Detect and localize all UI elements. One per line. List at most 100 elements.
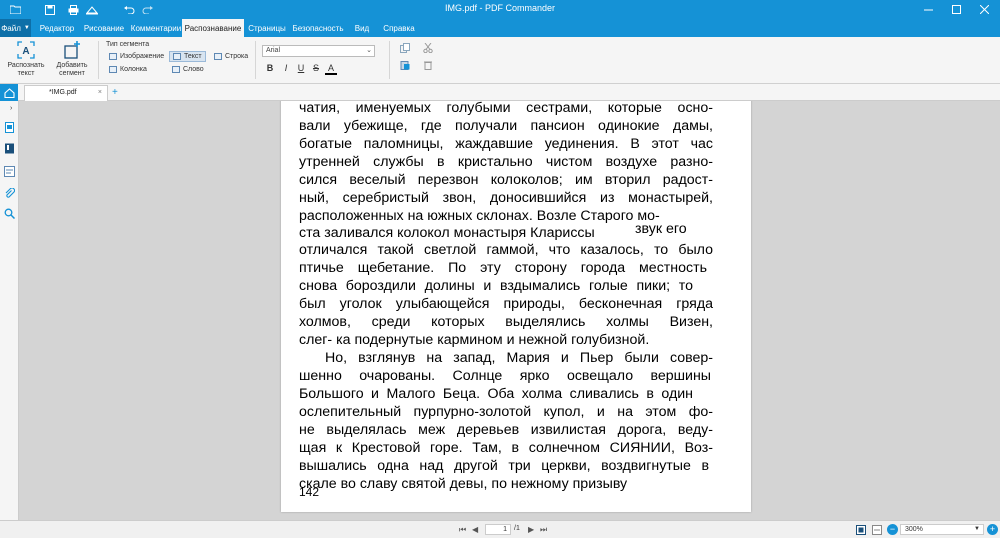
segment-word-option[interactable]: Слово [169,64,207,75]
attachment-icon[interactable] [4,188,15,199]
document-page: чатия, именуемых голубыми сестрами, кото… [281,101,751,512]
expand-sidebar-icon[interactable]: › [10,105,12,112]
page-number: 142 [299,485,320,499]
text-line: холмов, среди которых выделялись холмы В… [299,314,713,330]
page-total: /1 [514,525,520,532]
line-segment-icon [214,53,222,60]
segment-image-option[interactable]: Изображение [106,51,167,62]
ribbon-tab-bar: Файл ▼ Редактор Рисование Комментарии Ра… [0,19,1000,38]
zoom-select[interactable]: 300% ▼ [900,524,984,535]
italic-button[interactable]: I [280,63,292,73]
text-line: богатые паломницы, жаждавшие уединения. … [299,136,713,152]
floating-text-fragment: звук его [635,221,687,237]
current-page-value: 1 [503,526,507,533]
file-menu-label: Файл [1,23,21,33]
document-tab-bar: *IMG.pdf × + [0,84,1000,101]
text-line: сился веселый перезвон колоколов; им вто… [299,172,713,188]
tab-security[interactable]: Безопасность [290,19,346,37]
segment-text-label: Текст [184,53,202,60]
zoom-out-button[interactable]: − [887,524,898,535]
next-page-icon[interactable]: ▶ [528,525,534,534]
text-line: ослепительный пурпурно-золотой купол, и … [299,404,713,420]
close-tab-icon[interactable]: × [98,89,102,96]
page-number-input[interactable]: 1 [485,524,511,535]
add-tab-button[interactable]: + [112,87,118,98]
delete-icon[interactable] [423,60,433,70]
close-icon[interactable] [970,1,998,18]
file-menu-button[interactable]: Файл ▼ [0,19,31,37]
column-segment-icon [109,66,117,73]
text-line: скале во славу святой девы, по нежному п… [299,476,628,492]
ribbon-panel: A Распознать текст Добавить сегмент Тип … [0,37,1000,84]
bold-button[interactable]: B [264,63,276,73]
text-line: утренней службы в кристально чистом возд… [299,154,713,170]
text-line: шенно очарованы. Солнце ярко освещало ве… [299,368,711,384]
segment-image-label: Изображение [120,53,165,60]
font-color-button[interactable]: A [325,63,337,75]
image-segment-icon [109,53,117,60]
recognize-text-label: Распознать текст [7,62,45,77]
strikethrough-button[interactable]: S [310,63,322,73]
recognize-text-icon: A [17,41,35,59]
text-line: не выделялась меж деревьев извилистая до… [299,422,713,438]
segment-type-label: Тип сегмента [106,41,150,48]
document-workspace: чатия, именуемых голубыми сестрами, кото… [20,101,1000,520]
ribbon-divider [98,41,99,79]
text-line: вали убежище, где получали пансион одино… [299,118,713,134]
segment-text-option[interactable]: Текст [169,51,206,62]
title-bar: IMG.pdf - PDF Commander [0,0,1000,19]
cut-icon[interactable] [423,43,433,53]
text-line: вышались одна над другой три церкви, воз… [299,458,709,474]
segment-line-label: Строка [225,53,249,60]
underline-button[interactable]: U [295,63,307,73]
minimize-icon[interactable] [914,1,942,18]
text-line: щая к Крестовой горе. Там, в солнечном С… [299,440,713,456]
text-segment-icon [173,53,181,60]
copy-icon[interactable] [400,43,410,53]
text-line: Большого и Малого Беца. Оба холма сливал… [299,386,693,402]
text-line: птичье щебетание. По эту сторону города … [299,260,707,276]
home-icon [3,87,15,98]
text-line: ный, серебристый звон, доносившийся из м… [299,190,713,206]
chevron-down-icon: ▼ [23,25,30,31]
chevron-down-icon: ⌄ [366,47,372,54]
tab-help[interactable]: Справка [378,19,420,37]
document-tab-name: *IMG.pdf [49,89,77,96]
tab-editor[interactable]: Редактор [36,19,78,37]
tab-comments[interactable]: Комментарии [130,19,182,37]
segment-column-option[interactable]: Колонка [106,64,150,75]
zoom-in-button[interactable]: + [987,524,998,535]
left-sidebar: › [0,101,19,520]
ribbon-divider [255,41,256,79]
recognize-text-button[interactable]: A Распознать текст [4,41,48,78]
document-tab[interactable]: *IMG.pdf × [24,85,108,101]
zoom-value: 300% [905,526,923,533]
page-thumbnails-icon[interactable] [4,122,15,133]
segment-line-option[interactable]: Строка [211,51,251,62]
segment-word-label: Слово [183,66,204,73]
word-segment-icon [172,66,180,73]
status-bar: ⏮ ◀ 1 /1 ▶ ⏭ − 300% ▼ + [0,520,1000,538]
continuous-view-icon[interactable] [872,525,882,535]
tab-pages[interactable]: Страницы [244,19,290,37]
ribbon-divider [389,41,390,79]
text-line: Но, взглянув на запад, Мария и Пьер были… [325,350,713,366]
font-family-select[interactable]: Arial ⌄ [262,45,375,57]
comments-panel-icon[interactable] [4,166,15,177]
tab-recognition[interactable]: Распознавание [182,19,244,38]
search-icon[interactable] [4,208,15,219]
add-segment-button[interactable]: Добавить сегмент [52,41,92,78]
tab-view[interactable]: Вид [346,19,378,37]
add-segment-icon [63,41,81,59]
paste-icon[interactable] [400,60,410,70]
window-title: IMG.pdf - PDF Commander [444,3,556,13]
home-button[interactable] [0,84,18,101]
last-page-icon[interactable]: ⏭ [540,525,547,535]
tab-drawing[interactable]: Рисование [78,19,130,37]
single-page-view-icon[interactable] [856,525,866,535]
previous-page-icon[interactable]: ◀ [472,525,478,534]
text-line: был уголок улыбающейся природы, бесконеч… [299,296,713,312]
maximize-icon[interactable] [942,1,970,18]
first-page-icon[interactable]: ⏮ [459,525,466,535]
bookmarks-icon[interactable] [4,143,15,154]
